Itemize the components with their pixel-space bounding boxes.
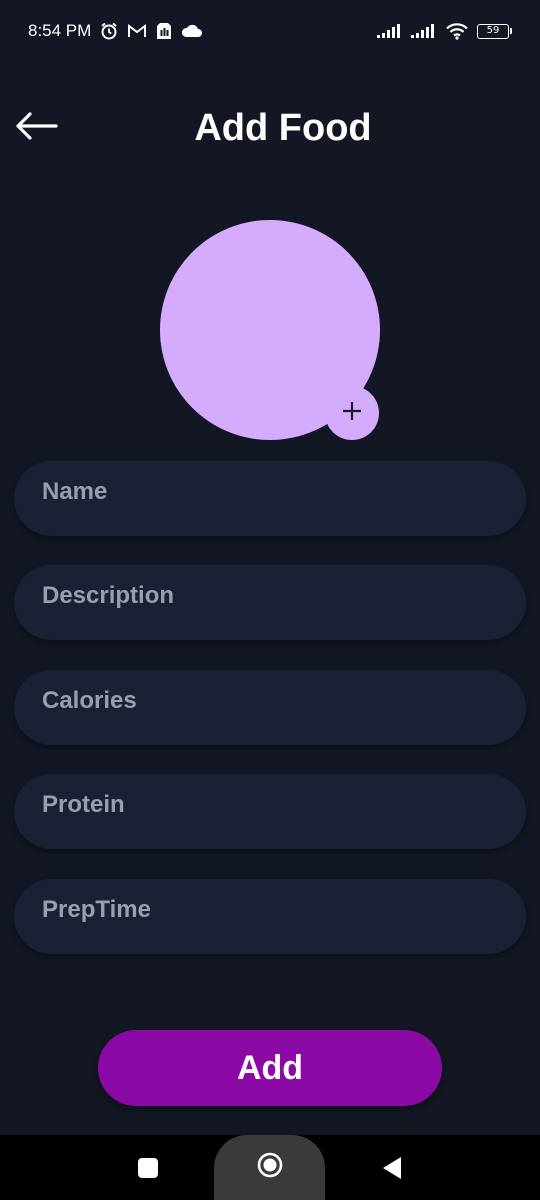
description-field-container <box>14 565 526 640</box>
alarm-icon <box>99 21 119 41</box>
add-food-screen: 8:54 PM 59 Add Food Name Description Cal… <box>0 0 540 1200</box>
description-field[interactable] <box>14 565 526 640</box>
name-field[interactable] <box>14 461 526 536</box>
back-icon[interactable] <box>380 1155 404 1186</box>
battery-level: 59 <box>477 23 509 39</box>
wifi-icon <box>445 22 469 40</box>
calories-field-container <box>14 670 526 745</box>
protein-field-container <box>14 774 526 849</box>
navigation-bar <box>0 1135 540 1200</box>
signal-icon-2 <box>411 24 437 38</box>
status-icons-left <box>99 21 203 41</box>
gmail-icon <box>127 23 147 39</box>
header: Add Food <box>0 100 540 156</box>
page-title: Add Food <box>194 107 372 149</box>
preptime-field[interactable] <box>14 879 526 954</box>
home-button[interactable] <box>214 1135 325 1200</box>
sim-icon <box>155 21 173 41</box>
add-photo-button[interactable] <box>325 386 379 440</box>
home-icon <box>256 1151 284 1184</box>
battery-icon: 59 <box>477 23 512 39</box>
add-button[interactable]: Add <box>98 1030 442 1106</box>
status-left: 8:54 PM <box>28 21 203 41</box>
calories-field[interactable] <box>14 670 526 745</box>
status-time: 8:54 PM <box>28 21 92 40</box>
status-bar: 8:54 PM 59 <box>0 0 540 62</box>
protein-field[interactable] <box>14 774 526 849</box>
recents-icon[interactable] <box>138 1158 158 1178</box>
signal-icon <box>377 24 403 38</box>
status-right: 59 <box>377 22 512 40</box>
plus-icon <box>341 400 363 427</box>
preptime-field-container <box>14 879 526 954</box>
cloud-icon <box>181 24 203 38</box>
battery-tip <box>510 28 512 34</box>
name-field-container <box>14 461 526 536</box>
